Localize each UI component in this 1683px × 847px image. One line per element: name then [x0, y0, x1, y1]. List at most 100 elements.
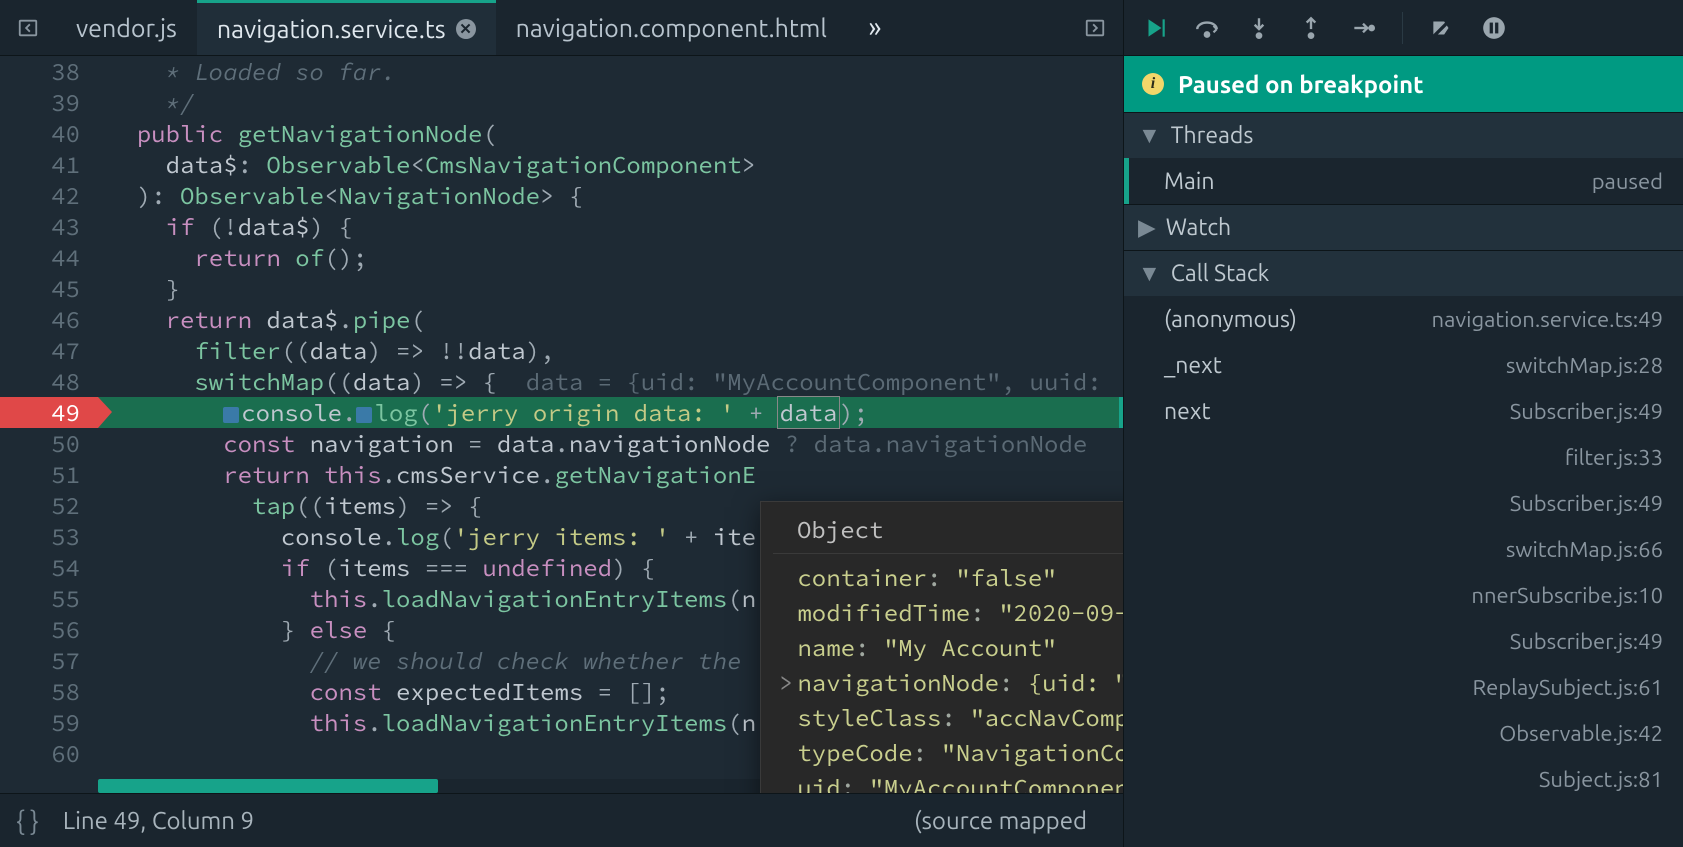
debugger-pane: i Paused on breakpoint ▼Threads Main pau…	[1123, 0, 1683, 847]
code-text: switchMap((data) => { data = {uid: "MyAc…	[98, 366, 1102, 397]
code-text: } else {	[98, 614, 396, 645]
popup-prop[interactable]: modifiedTime: "2020-09-28T22:18:14.319Z"	[779, 595, 1123, 630]
close-tab-icon[interactable]: ✕	[456, 19, 476, 39]
code-text: console.log('jerry origin data: ' + data…	[98, 397, 868, 428]
code-line[interactable]: 40 public getNavigationNode(	[0, 118, 1123, 149]
callstack-frame[interactable]: Subscriber.js:49	[1124, 480, 1683, 526]
step-button[interactable]	[1350, 15, 1376, 41]
code-line[interactable]: 39 */	[0, 87, 1123, 118]
code-line[interactable]: 48 switchMap((data) => { data = {uid: "M…	[0, 366, 1123, 397]
tab-navigation-component-html[interactable]: navigation.component.html	[496, 0, 847, 55]
callstack-frame[interactable]: ReplaySubject.js:61	[1124, 664, 1683, 710]
line-number[interactable]: 42	[0, 180, 98, 211]
code-text: return this.cmsService.getNavigationE	[98, 459, 756, 490]
value-hover-popup[interactable]: Object container: "false" modifiedTime: …	[760, 501, 1123, 793]
line-number[interactable]: 59	[0, 707, 98, 738]
line-number[interactable]: 58	[0, 676, 98, 707]
line-number[interactable]: 53	[0, 521, 98, 552]
resume-button[interactable]	[1142, 15, 1168, 41]
line-number[interactable]: 39	[0, 87, 98, 118]
callstack-frame[interactable]: filter.js:33	[1124, 434, 1683, 480]
frame-loc: Subscriber.js:49	[1510, 629, 1663, 654]
frame-loc: switchMap.js:28	[1506, 353, 1663, 378]
tab-navigation-service-ts[interactable]: navigation.service.ts ✕	[197, 0, 496, 55]
callstack-frame[interactable]: Subject.js:81	[1124, 756, 1683, 802]
line-number[interactable]: 41	[0, 149, 98, 180]
code-line[interactable]: 41 data$: Observable<CmsNavigationCompon…	[0, 149, 1123, 180]
line-number[interactable]: 38	[0, 56, 98, 87]
line-number[interactable]: 54	[0, 552, 98, 583]
line-number[interactable]: 45	[0, 273, 98, 304]
tabs-overflow[interactable]: »	[847, 0, 903, 55]
code-line[interactable]: 50 const navigation = data.navigationNod…	[0, 428, 1123, 459]
pretty-print-icon[interactable]: { }	[16, 806, 39, 835]
code-text	[98, 738, 122, 769]
popup-prop[interactable]: >navigationNode: {uid: "MyAccountNavNode…	[779, 665, 1123, 700]
line-number[interactable]: 50	[0, 428, 98, 459]
debug-toolbar	[1124, 0, 1683, 56]
callstack-frame[interactable]: nnerSubscribe.js:10	[1124, 572, 1683, 618]
frame-loc: filter.js:33	[1565, 445, 1663, 470]
callstack-section[interactable]: ▼Call Stack	[1124, 250, 1683, 296]
deactivate-breakpoints-button[interactable]	[1429, 15, 1455, 41]
callstack-frame[interactable]: nextSubscriber.js:49	[1124, 388, 1683, 434]
editor-tab-bar: vendor.jsnavigation.service.ts✕navigatio…	[0, 0, 1123, 56]
code-line[interactable]: 38 * Loaded so far.	[0, 56, 1123, 87]
step-over-button[interactable]	[1194, 15, 1220, 41]
tab-nav-prev[interactable]	[0, 0, 56, 55]
popup-prop[interactable]: uid: "MyAccountComponent"	[779, 770, 1123, 793]
thread-main[interactable]: Main paused	[1124, 158, 1683, 204]
code-line[interactable]: 44 return of();	[0, 242, 1123, 273]
code-line[interactable]: 49 console.log('jerry origin data: ' + d…	[0, 397, 1123, 428]
callstack-frame[interactable]: (anonymous)navigation.service.ts:49	[1124, 296, 1683, 342]
code-line[interactable]: 47 filter((data) => !!data),	[0, 335, 1123, 366]
code-text: ): Observable<NavigationNode> {	[98, 180, 583, 211]
line-number[interactable]: 60	[0, 738, 98, 769]
code-text: return of();	[98, 242, 367, 273]
code-text: public getNavigationNode(	[98, 118, 497, 149]
code-text: tap((items) => {	[98, 490, 482, 521]
line-number[interactable]: 56	[0, 614, 98, 645]
line-number[interactable]: 55	[0, 583, 98, 614]
threads-section[interactable]: ▼Threads	[1124, 112, 1683, 158]
callstack-frame[interactable]: Subscriber.js:49	[1124, 618, 1683, 664]
watch-section[interactable]: ▶Watch	[1124, 204, 1683, 250]
frame-loc: ReplaySubject.js:61	[1473, 675, 1664, 700]
line-number[interactable]: 49	[0, 397, 98, 428]
line-number[interactable]: 52	[0, 490, 98, 521]
callstack-frame[interactable]: Observable.js:42	[1124, 710, 1683, 756]
frame-loc: nnerSubscribe.js:10	[1471, 583, 1663, 608]
line-number[interactable]: 43	[0, 211, 98, 242]
line-number[interactable]: 51	[0, 459, 98, 490]
code-line[interactable]: 42 ): Observable<NavigationNode> {	[0, 180, 1123, 211]
code-text: console.log('jerry items: ' + ite	[98, 521, 756, 552]
line-number[interactable]: 46	[0, 304, 98, 335]
tab-label: navigation.service.ts	[217, 15, 446, 43]
code-line[interactable]: 46 return data$.pipe(	[0, 304, 1123, 335]
popup-prop[interactable]: styleClass: "accNavComponent"	[779, 700, 1123, 735]
code-text: const navigation = data.navigationNode ?…	[98, 428, 1087, 459]
line-number[interactable]: 57	[0, 645, 98, 676]
code-line[interactable]: 51 return this.cmsService.getNavigationE	[0, 459, 1123, 490]
step-into-button[interactable]	[1246, 15, 1272, 41]
cursor-position: Line 49, Column 9	[63, 807, 254, 834]
thread-name: Main	[1164, 169, 1215, 194]
code-editor[interactable]: 38 * Loaded so far.39 */40 public getNav…	[0, 56, 1123, 793]
popup-prop[interactable]: name: "My Account"	[779, 630, 1123, 665]
line-number[interactable]: 47	[0, 335, 98, 366]
code-line[interactable]: 45 }	[0, 273, 1123, 304]
popup-prop[interactable]: typeCode: "NavigationComponent"	[779, 735, 1123, 770]
popup-prop[interactable]: container: "false"	[779, 560, 1123, 595]
tab-vendor-js[interactable]: vendor.js	[56, 0, 197, 55]
code-line[interactable]: 43 if (!data$) {	[0, 211, 1123, 242]
callstack-frame[interactable]: _nextswitchMap.js:28	[1124, 342, 1683, 388]
frame-loc: Subscriber.js:49	[1510, 399, 1663, 424]
frame-loc: Subject.js:81	[1539, 767, 1663, 792]
line-number[interactable]: 44	[0, 242, 98, 273]
pause-button[interactable]	[1481, 15, 1507, 41]
step-out-button[interactable]	[1298, 15, 1324, 41]
line-number[interactable]: 40	[0, 118, 98, 149]
line-number[interactable]: 48	[0, 366, 98, 397]
tab-nav-next[interactable]	[1067, 0, 1123, 55]
callstack-frame[interactable]: switchMap.js:66	[1124, 526, 1683, 572]
